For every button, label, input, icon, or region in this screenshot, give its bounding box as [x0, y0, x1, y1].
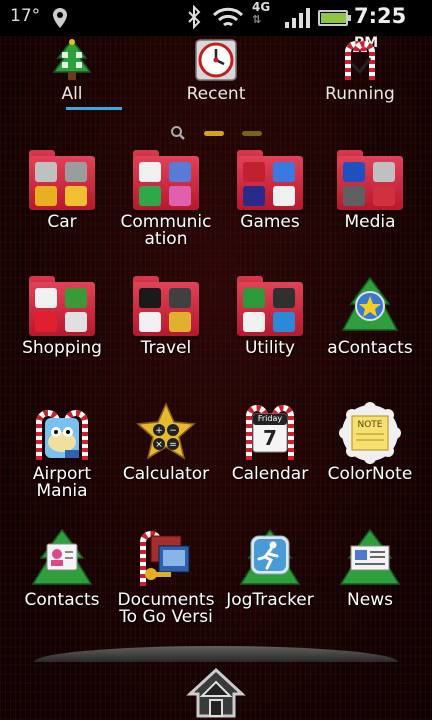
clock-time: 7:25 [354, 4, 407, 28]
contacts-icon [29, 526, 95, 592]
games-folder-icon [237, 148, 303, 214]
svg-text:=: = [169, 440, 177, 450]
app-airport-mania[interactable]: Airport Mania [10, 396, 114, 516]
app-label: Contacts [24, 590, 100, 610]
app-calendar[interactable]: Friday 7 Calendar [218, 396, 322, 516]
app-label: Airport Mania [32, 464, 92, 501]
svg-text:×: × [155, 440, 163, 450]
page-dot[interactable] [242, 131, 262, 136]
bluetooth-icon [186, 4, 202, 33]
status-bar: 17° 4G ⇅ 7:25 PM [0, 0, 432, 51]
folder-media[interactable]: Media [318, 144, 422, 264]
app-label: News [347, 590, 393, 610]
app-label: Shopping [22, 338, 102, 358]
app-calculator[interactable]: + − × = Calculator [114, 396, 218, 516]
signal-strength-icon [284, 8, 312, 32]
folder-utility[interactable]: Utility [218, 270, 322, 390]
page-dot-current[interactable] [204, 131, 224, 136]
temperature-text: 17° [10, 6, 41, 26]
communication-folder-icon [133, 148, 199, 214]
calculator-icon: + − × = [133, 400, 199, 466]
app-label: Calculator [122, 464, 210, 484]
app-label: JogTracker [226, 590, 314, 610]
calendar-date: 7 [263, 426, 277, 450]
app-label: Calendar [231, 464, 309, 484]
wifi-icon [212, 7, 244, 33]
tab-label: All [61, 84, 83, 104]
folder-games[interactable]: Games [218, 144, 322, 264]
media-folder-icon [337, 148, 403, 214]
svg-text:−: − [169, 426, 177, 436]
jogtracker-icon [237, 526, 303, 592]
app-label: Documents To Go Versi [117, 590, 215, 627]
colornote-badge-text: NOTE [357, 420, 383, 430]
app-acontacts[interactable]: aContacts [318, 270, 422, 390]
folder-communication[interactable]: Communic ation [114, 144, 218, 264]
calendar-day: Friday [257, 414, 283, 423]
tab-running[interactable]: Running [310, 36, 410, 110]
page-indicator [0, 124, 432, 140]
tab-label: Running [325, 84, 395, 104]
airport-mania-icon [29, 400, 95, 466]
app-label: Travel [140, 338, 192, 358]
utility-folder-icon [237, 274, 303, 340]
search-icon[interactable] [170, 125, 186, 145]
acontacts-icon [337, 274, 403, 340]
all-apps-tree-icon [48, 38, 96, 84]
battery-fill [321, 13, 346, 23]
folder-car[interactable]: Car [10, 144, 114, 264]
battery-icon [318, 10, 351, 26]
folder-travel[interactable]: Travel [114, 270, 218, 390]
dock-shelf [34, 646, 398, 662]
network-type-text: 4G [252, 0, 271, 14]
running-candy-cane-icon [336, 38, 384, 84]
home-button[interactable] [186, 666, 246, 720]
home-icon [186, 667, 246, 720]
network-type: 4G ⇅ [252, 1, 270, 26]
shopping-folder-icon [29, 274, 95, 340]
tab-label: Recent [186, 84, 246, 104]
tab-recent[interactable]: Recent [166, 36, 266, 110]
tab-all[interactable]: All [22, 36, 122, 110]
app-contacts[interactable]: Contacts [10, 522, 114, 642]
colornote-icon: NOTE [337, 400, 403, 466]
app-news[interactable]: News [318, 522, 422, 642]
recent-clock-icon [192, 38, 240, 84]
data-arrows-icon: ⇅ [252, 13, 262, 26]
travel-folder-icon [133, 274, 199, 340]
active-tab-indicator [66, 107, 122, 110]
calendar-icon: Friday 7 [237, 400, 303, 466]
app-label: ColorNote [327, 464, 413, 484]
folder-shopping[interactable]: Shopping [10, 270, 114, 390]
app-label: Car [47, 212, 77, 232]
app-label: aContacts [327, 338, 413, 358]
app-documents-to-go[interactable]: Documents To Go Versi [114, 522, 218, 642]
app-jogtracker[interactable]: JogTracker [218, 522, 322, 642]
drawer-tabs: All Recent Running [0, 36, 432, 112]
location-pin-icon [52, 7, 68, 33]
news-icon [337, 526, 403, 592]
app-label: Media [344, 212, 396, 232]
svg-text:+: + [155, 426, 163, 436]
app-label: Communic ation [120, 212, 212, 249]
car-folder-icon [29, 148, 95, 214]
app-label: Games [240, 212, 300, 232]
app-colornote[interactable]: NOTE ColorNote [318, 396, 422, 516]
app-label: Utility [244, 338, 295, 358]
documents-to-go-icon [133, 526, 199, 592]
